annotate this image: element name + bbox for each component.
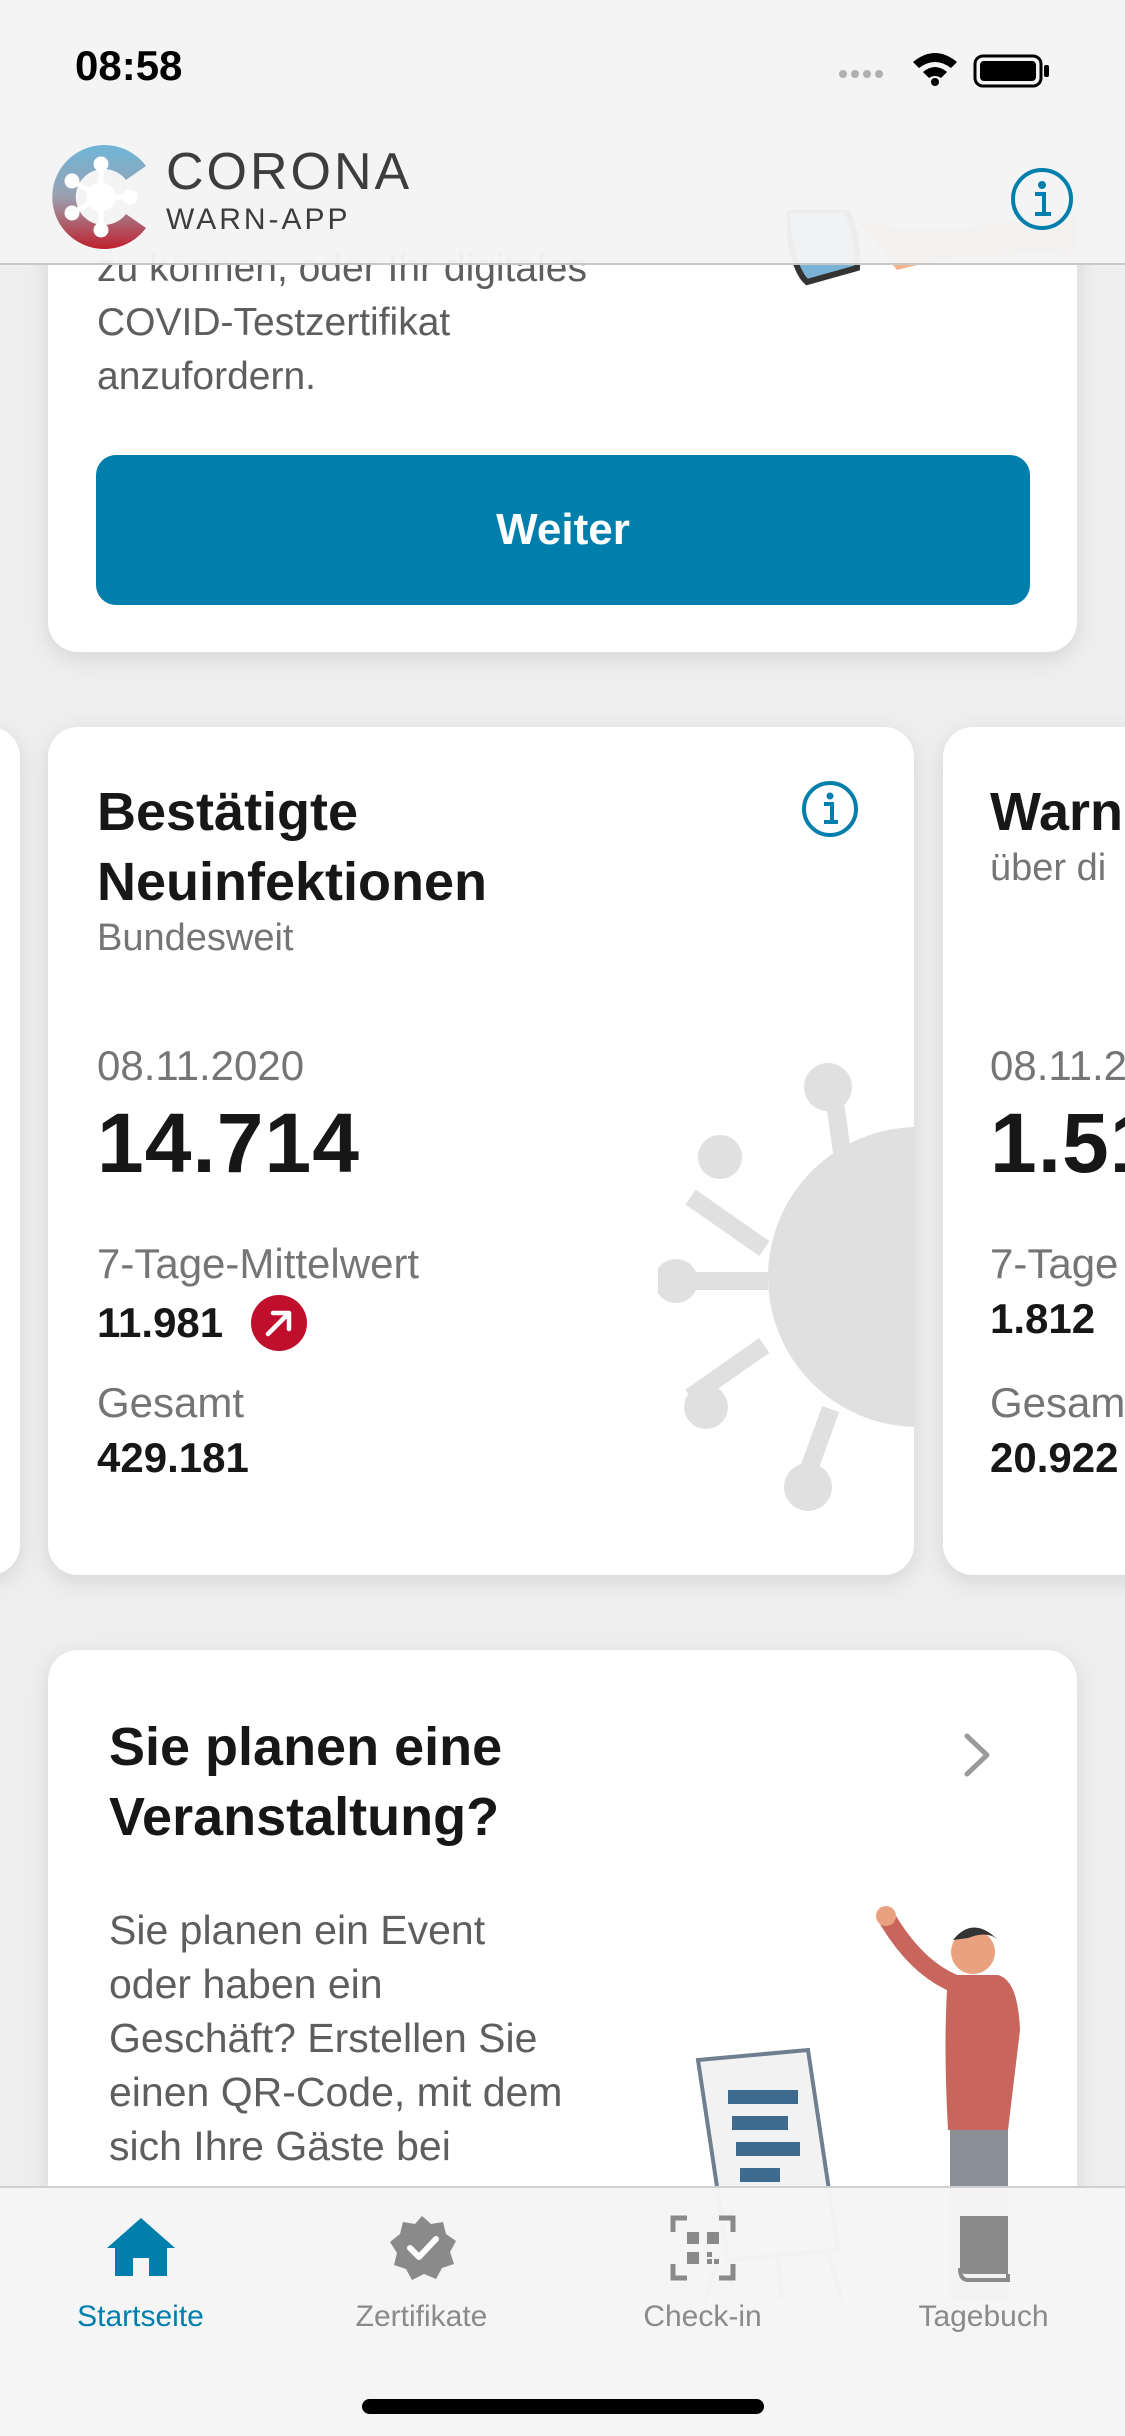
info-icon[interactable] xyxy=(800,779,860,839)
description-line: Sie planen ein Event xyxy=(109,1907,486,1953)
tab-tagebuch[interactable]: Tagebuch xyxy=(843,2208,1124,2348)
title-line: Sie planen eine xyxy=(109,1717,503,1777)
stat-date: 08.11.2020 xyxy=(97,1042,305,1089)
card-title: Bestätigte Neuinfektionen xyxy=(97,777,737,917)
warnings-card[interactable]: Warn über di 08.11.2 1.51 7-Tage 1.812 G… xyxy=(943,727,1125,1575)
card-title: Warn xyxy=(990,782,1123,842)
description-line: Geschäft? Erstellen Sie xyxy=(109,2015,538,2061)
tab-label: Startseite xyxy=(77,2300,204,2333)
certificate-icon xyxy=(389,2216,456,2280)
previous-stats-card[interactable] xyxy=(0,727,20,1575)
logo-title: CORONA xyxy=(166,143,413,201)
logo-subtitle: WARN-APP xyxy=(166,203,351,236)
total-label: Gesam xyxy=(990,1379,1125,1426)
description-line: anzufordern. xyxy=(97,355,316,398)
description-line: sich Ihre Gäste bei xyxy=(109,2123,451,2169)
total-value: 429.181 xyxy=(97,1434,249,1481)
seven-day-average-label: 7-Tage xyxy=(990,1240,1119,1287)
cellular-signal-icon xyxy=(839,70,883,78)
info-icon[interactable] xyxy=(1009,166,1075,232)
app-logo-text: CORONA WARN-APP xyxy=(166,146,412,240)
qr-scan-icon xyxy=(670,2215,735,2281)
home-icon xyxy=(106,2218,175,2276)
card-subtitle: Bundesweit xyxy=(97,917,294,959)
description-line: einen QR-Code, mit dem xyxy=(109,2069,563,2115)
stat-value: 1.51 xyxy=(990,1096,1125,1190)
app-header: 08:58 CORONA WARN-APP xyxy=(0,0,1125,265)
tab-check-in[interactable]: Check-in xyxy=(562,2208,843,2348)
status-time: 08:58 xyxy=(75,42,183,89)
total-value: 20.922 xyxy=(990,1434,1119,1481)
seven-day-average-label: 7-Tage-Mittelwert xyxy=(97,1240,420,1287)
seven-day-average-value: 11.981 xyxy=(97,1299,224,1346)
title-line: Bestätigte xyxy=(97,782,359,842)
seven-day-average-value: 1.812 xyxy=(990,1295,1096,1342)
trend-up-icon xyxy=(251,1295,308,1351)
scroll-content[interactable]: zu können, oder Ihr digitales COVID-Test… xyxy=(0,0,1125,2436)
card-subtitle: über di xyxy=(990,847,1107,889)
title-line: Neuinfektionen xyxy=(97,852,488,912)
stat-value: 14.714 xyxy=(97,1096,360,1190)
book-icon xyxy=(957,2216,1010,2282)
total-label: Gesamt xyxy=(97,1379,245,1426)
card-description: Sie planen ein Event oder haben ein Gesc… xyxy=(109,1903,669,2173)
title-line: Veranstaltung? xyxy=(109,1787,500,1847)
description-line: oder haben ein xyxy=(109,1961,383,2007)
app-logo-icon xyxy=(52,145,146,249)
status-icons xyxy=(839,53,1049,88)
battery-icon xyxy=(973,54,1049,88)
seven-day-average-row: 11.981 xyxy=(97,1295,308,1351)
description-line: COVID-Testzertifikat xyxy=(97,301,451,344)
home-indicator[interactable] xyxy=(362,2399,764,2414)
tab-label: Check-in xyxy=(643,2300,762,2333)
tab-startseite[interactable]: Startseite xyxy=(0,2208,281,2348)
card-title: Sie planen eine Veranstaltung? xyxy=(109,1712,749,1852)
stat-date: 08.11.2 xyxy=(990,1042,1125,1089)
virus-icon xyxy=(658,1063,914,1511)
tab-label: Tagebuch xyxy=(918,2300,1049,2333)
card-description: zu können, oder Ihr digitales COVID-Test… xyxy=(97,242,737,404)
weiter-button[interactable]: Weiter xyxy=(96,455,1030,605)
tab-label: Zertifikate xyxy=(355,2300,488,2333)
new-infections-card[interactable]: Bestätigte Neuinfektionen Bundesweit 08.… xyxy=(48,727,914,1575)
tab-zertifikate[interactable]: Zertifikate xyxy=(281,2208,562,2348)
chevron-right-icon[interactable] xyxy=(961,1730,995,1780)
wifi-icon xyxy=(913,53,957,86)
